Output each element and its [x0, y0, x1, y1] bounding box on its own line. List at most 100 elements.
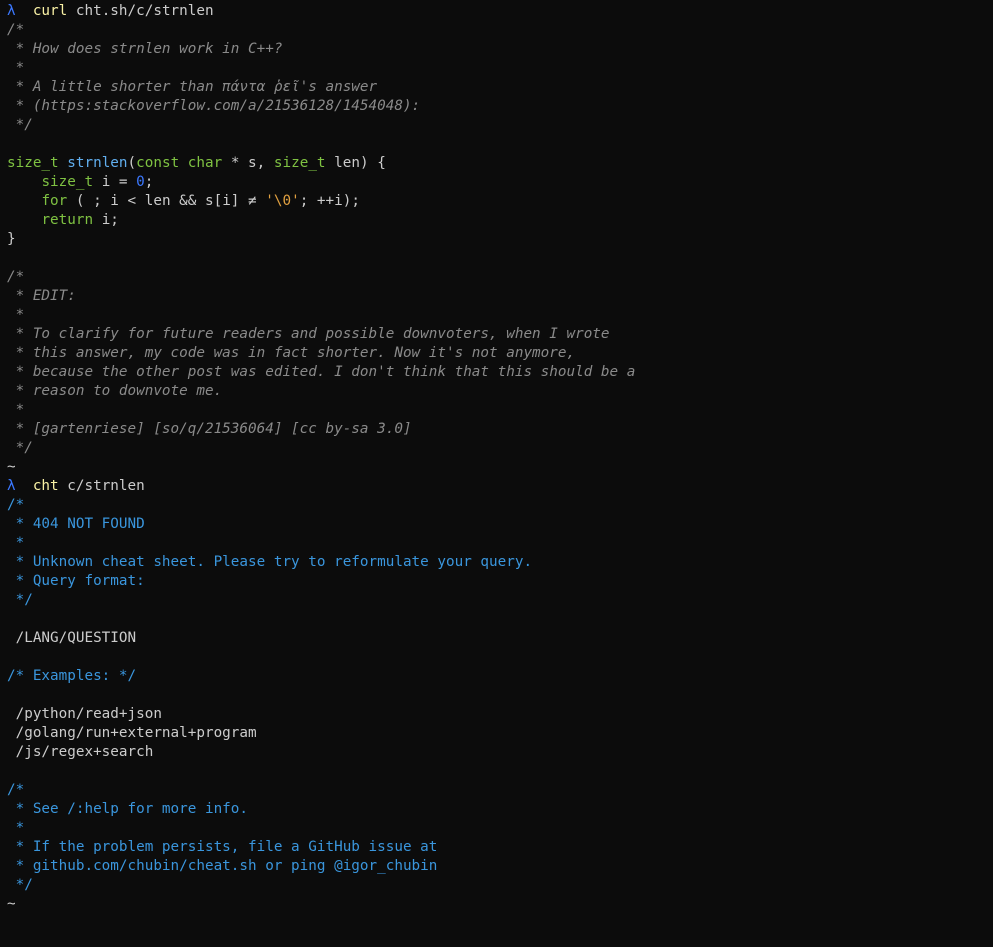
text-segment: strnlen — [67, 155, 128, 171]
text-segment: /* — [7, 22, 25, 38]
text-segment: * s, — [222, 155, 274, 171]
output-line: * Unknown cheat sheet. Please try to ref… — [7, 553, 993, 572]
text-segment: * reason to downvote me. — [7, 383, 223, 399]
text-segment: */ — [7, 440, 33, 456]
output-line: */ — [7, 116, 993, 135]
text-segment: /python/read+json — [7, 706, 162, 722]
text-segment: */ — [7, 117, 33, 133]
code-line: size_t strnlen(const char * s, size_t le… — [7, 154, 993, 173]
text-segment: * EDIT: — [7, 288, 76, 304]
text-segment: /* — [7, 497, 25, 513]
output-line: /* Examples: */ — [7, 667, 993, 686]
output-line: /LANG/QUESTION — [7, 629, 993, 648]
text-segment: /golang/run+external+program — [7, 725, 257, 741]
current-prompt-line[interactable]: λ — [7, 914, 993, 933]
output-line: * EDIT: — [7, 287, 993, 306]
text-segment: * Unknown cheat sheet. Please try to ref… — [7, 554, 533, 570]
text-segment: /* Examples: */ — [7, 668, 137, 684]
text-segment: } — [7, 231, 16, 247]
output-line: /* — [7, 21, 993, 40]
text-segment: * Query format: — [7, 573, 145, 589]
text-segment: /* — [7, 269, 25, 285]
text-segment: * If the problem persists, file a GitHub… — [7, 839, 438, 855]
output-line: /python/read+json — [7, 705, 993, 724]
text-segment: * How does strnlen work in C++? — [7, 41, 283, 57]
text-segment: for — [41, 193, 68, 209]
text-segment — [7, 193, 41, 209]
text-segment: ; — [144, 174, 154, 190]
command-line: λ cht c/strnlen — [7, 477, 993, 496]
text-segment: return — [41, 212, 94, 228]
code-line: return i; — [7, 211, 993, 230]
output-line: * reason to downvote me. — [7, 382, 993, 401]
text-segment: size_t — [7, 155, 59, 171]
text-segment: * See /:help for more info. — [7, 801, 249, 817]
text-segment: */ — [7, 877, 33, 893]
output-line: /* — [7, 268, 993, 287]
output-line: * See /:help for more info. — [7, 800, 993, 819]
text-segment — [7, 174, 41, 190]
text-segment: i = — [93, 174, 137, 190]
command-name: cht — [32, 478, 59, 494]
text-segment: * (https:stackoverflow.com/a/21536128/14… — [7, 98, 421, 114]
text-segment: * To clarify for future readers and poss… — [7, 326, 610, 342]
text-segment: const — [136, 155, 180, 171]
text-segment: len) { — [325, 155, 386, 171]
output-line: * — [7, 534, 993, 553]
text-segment: */ — [7, 592, 33, 608]
output-line: */ — [7, 591, 993, 610]
text-segment: * [gartenriese] [so/q/21536064] [cc by-s… — [7, 421, 412, 437]
prompt-symbol: λ — [7, 478, 33, 494]
output-line: * To clarify for future readers and poss… — [7, 325, 993, 344]
text-segment: ( — [127, 155, 137, 171]
command-name: curl — [32, 3, 68, 19]
text-segment: * A little shorter than πάντα ῥεῖ's answ… — [7, 79, 378, 95]
terminal-window[interactable]: λ curl cht.sh/c/strnlen /* * How does str… — [0, 0, 993, 947]
text-segment: 0 — [136, 174, 145, 190]
text-segment: i; — [93, 212, 119, 228]
text-segment: ~ — [7, 459, 16, 475]
text-segment: * — [7, 60, 25, 76]
output-line: /* — [7, 496, 993, 515]
text-segment: * — [7, 820, 25, 836]
output-line: * A little shorter than πάντα ῥεῖ's answ… — [7, 78, 993, 97]
output-line: * — [7, 59, 993, 78]
text-segment: char — [187, 155, 223, 171]
text-segment: /js/regex+search — [7, 744, 154, 760]
output-line: * this answer, my code was in fact short… — [7, 344, 993, 363]
output-line: * Query format: — [7, 572, 993, 591]
output-line: /js/regex+search — [7, 743, 993, 762]
text-segment: '\0' — [265, 193, 300, 209]
code-line: } — [7, 230, 993, 249]
text-segment — [59, 155, 68, 171]
text-segment — [7, 212, 41, 228]
output-line: * — [7, 306, 993, 325]
output-line: ~ — [7, 895, 993, 914]
output-line: * — [7, 401, 993, 420]
text-segment: * — [7, 402, 25, 418]
text-segment: ; ++i); — [299, 193, 360, 209]
text-segment: * because the other post was edited. I d… — [7, 364, 636, 380]
text-segment: c/strnlen — [58, 478, 145, 494]
text-segment: * this answer, my code was in fact short… — [7, 345, 576, 361]
text-segment — [179, 155, 188, 171]
output-line: * How does strnlen work in C++? — [7, 40, 993, 59]
text-segment: /* — [7, 782, 25, 798]
text-segment: ~ — [7, 896, 16, 912]
output-line: */ — [7, 876, 993, 895]
text-segment: /LANG/QUESTION — [7, 630, 137, 646]
code-line: size_t i = 0; — [7, 173, 993, 192]
text-segment: * github.com/chubin/cheat.sh or ping @ig… — [7, 858, 438, 874]
output-line: * github.com/chubin/cheat.sh or ping @ig… — [7, 857, 993, 876]
text-segment: cht.sh/c/strnlen — [67, 3, 214, 19]
output-line: * 404 NOT FOUND — [7, 515, 993, 534]
text-segment: size_t — [273, 155, 326, 171]
output-line: * [gartenriese] [so/q/21536064] [cc by-s… — [7, 420, 993, 439]
output-line: * because the other post was edited. I d… — [7, 363, 993, 382]
output-line: * (https:stackoverflow.com/a/21536128/14… — [7, 97, 993, 116]
